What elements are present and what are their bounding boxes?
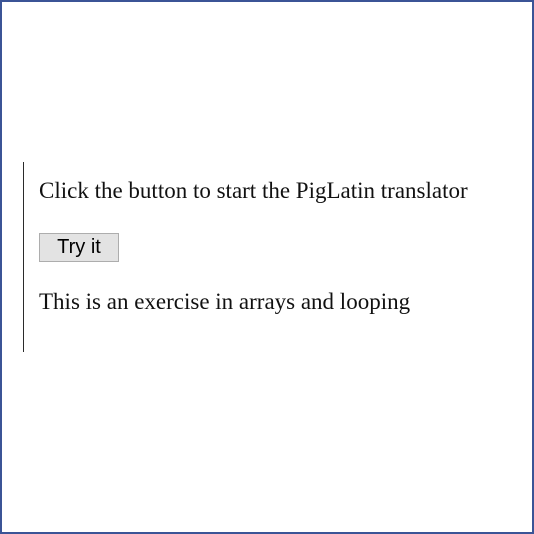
try-it-button[interactable]: Try it: [39, 233, 119, 262]
screenshot-frame: Click the button to start the PigLatin t…: [0, 0, 534, 534]
note-text: This is an exercise in arrays and loopin…: [39, 289, 411, 314]
page-content: Click the button to start the PigLatin t…: [23, 162, 514, 352]
instruction-text: Click the button to start the PigLatin t…: [39, 178, 468, 203]
